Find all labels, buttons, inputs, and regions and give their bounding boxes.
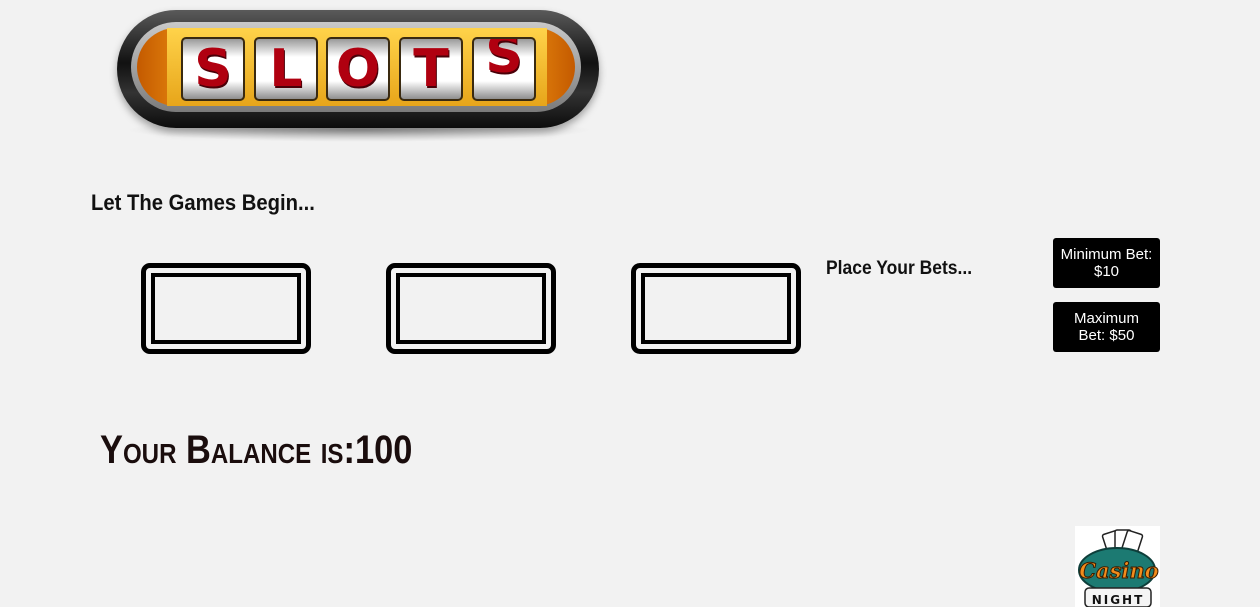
- logo-reel-4: T: [399, 37, 463, 101]
- slot-reel-3-window: [641, 273, 791, 344]
- night-word: NIGHT: [1092, 593, 1145, 607]
- logo-letter: S: [194, 39, 232, 99]
- maximum-bet-button[interactable]: Maximum Bet: $50: [1053, 302, 1160, 352]
- slots-logo: S L O T S: [115, 8, 603, 148]
- place-bets-heading: Place Your Bets...: [826, 258, 973, 279]
- logo-letter: S: [485, 37, 523, 85]
- balance-value: 100: [354, 428, 413, 472]
- logo-letter: T: [413, 39, 449, 99]
- minimum-bet-button[interactable]: Minimum Bet: $10: [1053, 238, 1160, 288]
- slot-reel-2-window: [396, 273, 546, 344]
- slot-reel-3: [631, 263, 801, 354]
- logo-letter: L: [269, 39, 303, 99]
- intro-heading: Let The Games Begin...: [91, 190, 315, 215]
- logo-reel-3: O: [326, 37, 390, 101]
- slot-reel-2: [386, 263, 556, 354]
- casino-word: Casino: [1079, 558, 1158, 583]
- logo-reel-5: S: [472, 37, 536, 101]
- balance-label: Your Balance is:: [100, 428, 355, 472]
- logo-letter: O: [335, 39, 381, 99]
- logo-reel-1: S: [181, 37, 245, 101]
- balance-display: Your Balance is:100: [100, 428, 412, 473]
- slot-reel-1-window: [151, 273, 301, 344]
- casino-night-logo: Casino NIGHT: [1075, 526, 1160, 607]
- slots-game-page: S L O T S Let The Games Begin... Place Y…: [0, 0, 1260, 607]
- logo-reel-2: L: [254, 37, 318, 101]
- slot-reel-1: [141, 263, 311, 354]
- casino-night-icon: Casino NIGHT: [1078, 529, 1159, 607]
